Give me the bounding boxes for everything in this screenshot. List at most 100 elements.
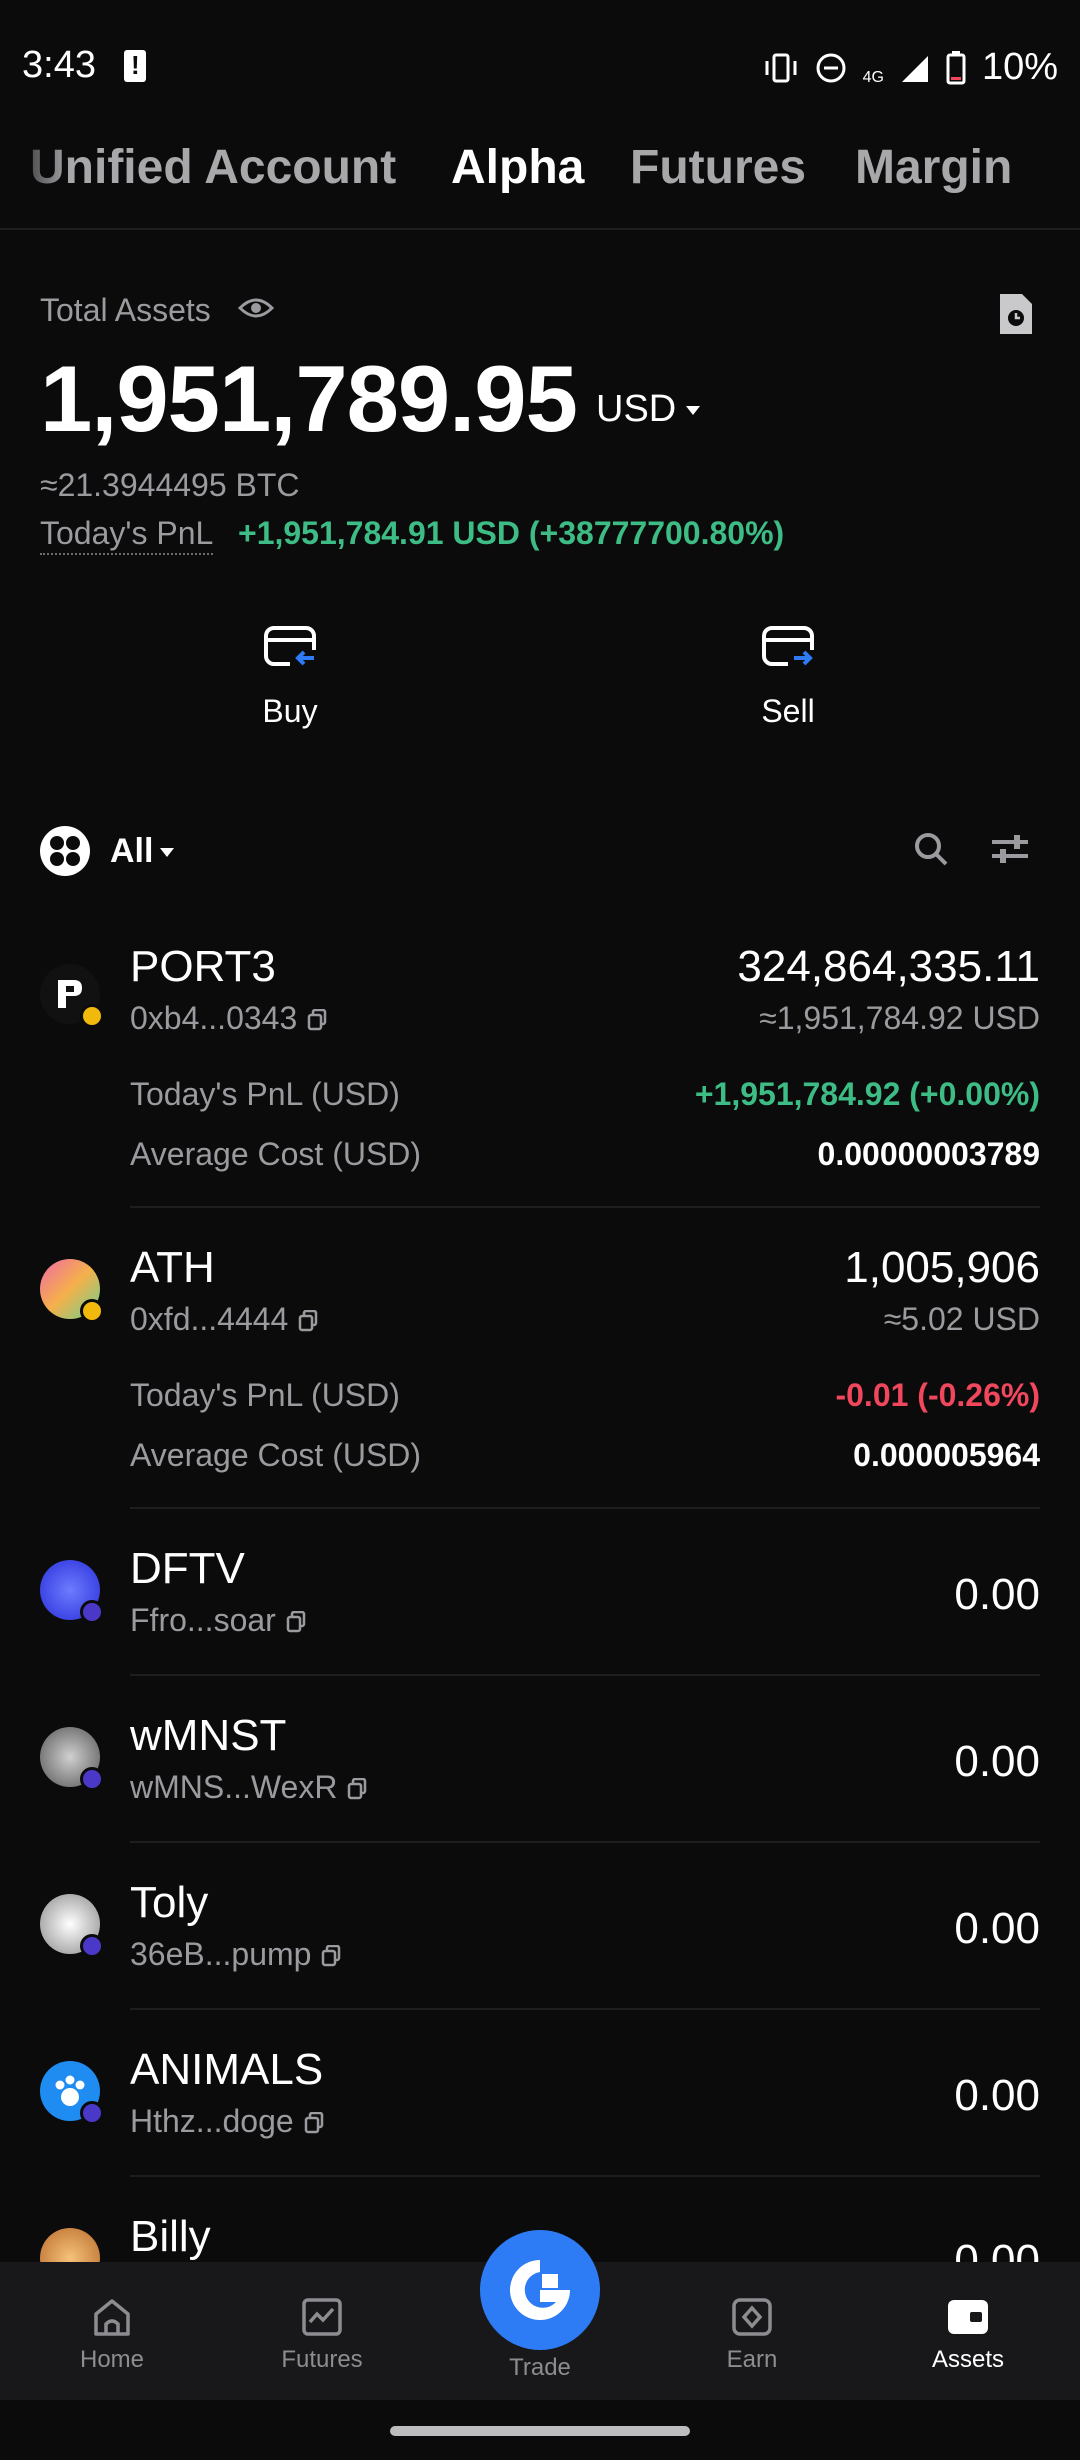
port3-logo — [40, 964, 104, 1028]
caret-down-icon[interactable] — [686, 406, 700, 415]
asset-quantity: 0.00 — [954, 1904, 1040, 1953]
asset-address: 36eB...pump — [130, 1936, 341, 1973]
sell-button[interactable]: Sell — [688, 620, 888, 730]
asset-quantity: 0.00 — [954, 1737, 1040, 1786]
trade-button[interactable] — [480, 2230, 600, 2350]
divider — [130, 2008, 1040, 2010]
wallet-icon — [948, 2300, 988, 2334]
asset-name: DFTV — [130, 1544, 245, 1593]
copy-icon[interactable] — [347, 1778, 367, 1800]
toly-logo — [40, 1894, 104, 1958]
asset-quantity: 0.00 — [954, 2236, 1040, 2262]
asset-quantity: 0.00 — [954, 1570, 1040, 1619]
bnb-chain-icon — [80, 1004, 104, 1028]
divider — [130, 1841, 1040, 1843]
buy-label: Buy — [262, 693, 318, 729]
asset-address: Hthz...doge — [130, 2103, 324, 2140]
nav-assets-label: Assets — [931, 2346, 1005, 2373]
category-filter[interactable]: All — [110, 832, 153, 871]
asset-name: wMNST — [130, 1711, 287, 1760]
solana-chain-icon — [80, 1934, 104, 1958]
buy-button[interactable]: Buy — [190, 620, 390, 730]
account-tabs: Unified Account Alpha Futures Margin — [0, 140, 1080, 230]
nav-home-label: Home — [79, 2346, 145, 2373]
btc-equivalent: ≈21.3944495 BTC — [40, 467, 300, 503]
asset-usd-value: ≈5.02 USD — [883, 1301, 1040, 1337]
nav-earn-label: Earn — [726, 2346, 778, 2373]
copy-icon[interactable] — [304, 2112, 324, 2134]
buy-icon — [264, 626, 318, 672]
asset-cost-label: Average Cost (USD) — [130, 1437, 422, 1473]
asset-pnl-label: Today's PnL (USD) — [130, 1377, 400, 1413]
nav-home[interactable]: Home — [32, 2262, 192, 2374]
settings-sliders-icon[interactable] — [990, 832, 1030, 866]
tab-alpha[interactable]: Alpha — [451, 140, 584, 195]
nav-futures[interactable]: Futures — [242, 2262, 402, 2374]
asset-address: 0xfd...4444 — [130, 1301, 318, 1338]
asset-name: Billy — [130, 2212, 211, 2261]
asset-name: ATH — [130, 1243, 215, 1292]
divider — [130, 1674, 1040, 1676]
asset-pnl-value: +1,951,784.92 (+0.00%) — [694, 1076, 1040, 1112]
home-indicator[interactable] — [390, 2426, 690, 2436]
total-assets-label: Total Assets — [40, 292, 211, 328]
earn-icon — [732, 2298, 772, 2336]
asset-cost-label: Average Cost (USD) — [130, 1136, 422, 1172]
dnd-icon — [816, 53, 846, 82]
asset-quantity: 1,005,906 — [844, 1243, 1040, 1292]
all-category-icon[interactable] — [40, 826, 90, 876]
asset-cost-value: 0.00000003789 — [817, 1136, 1040, 1172]
todays-pnl-label[interactable]: Today's PnL — [40, 515, 214, 555]
solana-chain-icon — [80, 2101, 104, 2125]
caret-down-icon[interactable] — [160, 848, 174, 857]
asset-name: ANIMALS — [130, 2045, 324, 2094]
asset-pnl-value: -0.01 (-0.26%) — [835, 1377, 1040, 1413]
futures-chart-icon — [302, 2298, 342, 2336]
solana-chain-icon — [80, 1600, 104, 1624]
battery-percent: 10% — [981, 46, 1058, 88]
asset-quantity: 0.00 — [954, 2071, 1040, 2120]
tab-futures[interactable]: Futures — [630, 140, 806, 195]
history-report-icon[interactable] — [996, 292, 1036, 336]
asset-address: Ffro...soar — [130, 1602, 306, 1639]
billy-logo — [40, 2228, 100, 2262]
nav-earn[interactable]: Earn — [672, 2262, 832, 2374]
dftv-logo — [40, 1560, 104, 1624]
home-icon — [94, 2299, 130, 2336]
battery-icon — [946, 50, 966, 84]
divider — [130, 2175, 1040, 2177]
tab-margin[interactable]: Margin — [855, 140, 1012, 195]
copy-icon[interactable] — [307, 1009, 327, 1031]
status-icons: 4G 10% — [763, 46, 1058, 89]
eye-icon[interactable] — [238, 294, 274, 322]
asset-cost-value: 0.000005964 — [853, 1437, 1040, 1473]
divider — [130, 1507, 1040, 1509]
solana-chain-icon — [80, 1767, 104, 1791]
search-icon[interactable] — [912, 830, 950, 868]
nav-assets[interactable]: Assets — [888, 2262, 1048, 2374]
tab-unified-account[interactable]: Unified Account — [30, 140, 396, 195]
asset-usd-value: ≈1,951,784.92 USD — [759, 1000, 1040, 1036]
divider — [130, 1206, 1040, 1208]
animals-logo — [40, 2061, 104, 2125]
copy-icon[interactable] — [286, 1611, 306, 1633]
bnb-chain-icon — [80, 1299, 104, 1323]
trade-logo-icon — [510, 2260, 570, 2320]
sell-label: Sell — [761, 693, 815, 729]
asset-name: PORT3 — [130, 942, 276, 991]
signal-icon — [901, 55, 928, 82]
status-time: 3:43 — [22, 44, 96, 86]
sell-icon — [762, 626, 816, 672]
asset-filter-bar: All — [0, 822, 1080, 882]
tab-fade — [0, 140, 70, 220]
asset-quantity: 324,864,335.11 — [737, 942, 1040, 991]
copy-icon[interactable] — [321, 1945, 341, 1967]
asset-address: 0xb4...0343 — [130, 1000, 327, 1037]
todays-pnl-value: +1,951,784.91 USD (+38777700.80%) — [238, 515, 785, 551]
wmnst-logo — [40, 1727, 104, 1791]
currency-selector[interactable]: USD — [596, 388, 676, 431]
status-bar: 3:43 4G 10% — [0, 0, 1080, 130]
asset-name: Toly — [130, 1878, 209, 1927]
copy-icon[interactable] — [298, 1310, 318, 1332]
vibrate-icon — [765, 53, 797, 82]
